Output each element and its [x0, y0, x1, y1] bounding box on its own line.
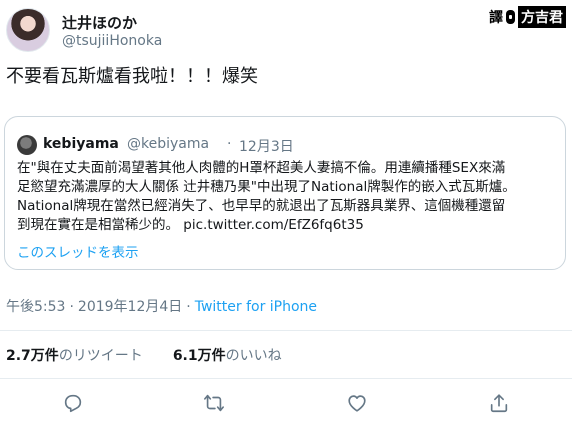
reply-icon[interactable]	[62, 392, 84, 414]
watermark-mark-icon	[506, 10, 515, 24]
watermark-text-2: 方吉君	[518, 6, 566, 28]
tweet-stats: 2.7万件のリツイート 6.1万件のいいね	[6, 345, 312, 365]
tweet-card: 辻井ほのか @tsujiiHonoka 譯 方吉君 不要看瓦斯爐看我啦！！！爆笑…	[0, 0, 572, 421]
retweet-stat[interactable]: 2.7万件のリツイート	[6, 345, 143, 365]
tweet-actions	[0, 386, 572, 418]
meta-separator: ·	[186, 299, 191, 315]
quoted-tweet[interactable]: kebiyama @kebiyama · 12月3日 在"與在丈夫面前渴望著其他…	[4, 116, 566, 270]
watermark-text-1: 譯	[489, 10, 503, 26]
tweet-date[interactable]: 2019年12月4日	[78, 299, 182, 315]
quoted-text-fragment: 到現在實在是相當稀少的。	[17, 217, 179, 233]
tweet-time[interactable]: 午後5:53	[6, 299, 65, 315]
quoted-date: 12月3日	[239, 139, 294, 155]
like-label: のいいね	[225, 348, 282, 364]
like-stat[interactable]: 6.1万件のいいね	[173, 345, 282, 365]
quoted-separator: ·	[227, 136, 232, 152]
author-display-name[interactable]: 辻井ほのか	[62, 12, 137, 33]
share-icon[interactable]	[488, 392, 510, 414]
quoted-text-line: National牌現在當然已經消失了、也早早的就退出了瓦斯器具業界、這個機種還留	[17, 198, 506, 214]
quoted-text: 在"與在丈夫面前渴望著其他人肉體的H罩杯超美人妻搞不倫。用連續播種SEX來滿 足…	[17, 159, 557, 235]
divider	[0, 330, 572, 331]
quoted-text-line: 在"與在丈夫面前渴望著其他人肉體的H罩杯超美人妻搞不倫。用連續播種SEX來滿	[17, 160, 506, 176]
divider	[0, 378, 572, 379]
retweet-count: 2.7万件	[6, 348, 59, 364]
tweet-header: 辻井ほのか @tsujiiHonoka	[6, 8, 566, 54]
retweet-icon[interactable]	[203, 392, 225, 414]
show-thread-link[interactable]: このスレッドを表示	[17, 241, 139, 261]
author-handle[interactable]: @tsujiiHonoka	[62, 33, 162, 49]
quoted-pic-link[interactable]: pic.twitter.com/EfZ6fq6t35	[183, 217, 364, 233]
heart-icon[interactable]	[346, 392, 368, 414]
retweet-label: のリツイート	[58, 348, 143, 364]
like-count: 6.1万件	[172, 348, 226, 364]
quoted-avatar	[17, 135, 37, 155]
avatar[interactable]	[6, 8, 50, 52]
quoted-text-line: 到現在實在是相當稀少的。 pic.twitter.com/EfZ6fq6t35	[17, 216, 557, 235]
tweet-text: 不要看瓦斯爐看我啦！！！爆笑	[6, 66, 258, 87]
quoted-handle: @kebiyama	[127, 136, 210, 152]
quoted-display-name: kebiyama	[43, 136, 119, 152]
quoted-text-line: 足慾望充滿濃厚的大人關係 辻井穗乃果"中出現了National牌製作的嵌入式瓦斯…	[17, 179, 516, 195]
tweet-meta: 午後5:53 · 2019年12月4日 · Twitter for iPhone	[6, 296, 317, 316]
translator-watermark: 譯 方吉君	[489, 6, 566, 28]
tweet-source-link[interactable]: Twitter for iPhone	[195, 299, 317, 315]
meta-separator: ·	[69, 299, 74, 315]
